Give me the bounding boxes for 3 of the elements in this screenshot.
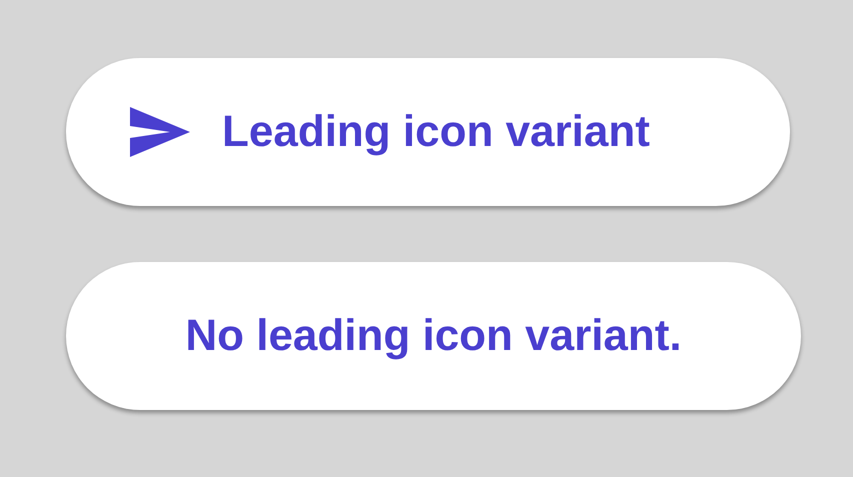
send-icon [130, 107, 190, 157]
button[interactable]: No leading icon variant. [66, 262, 801, 410]
button[interactable]: Leading icon variant [66, 58, 790, 206]
